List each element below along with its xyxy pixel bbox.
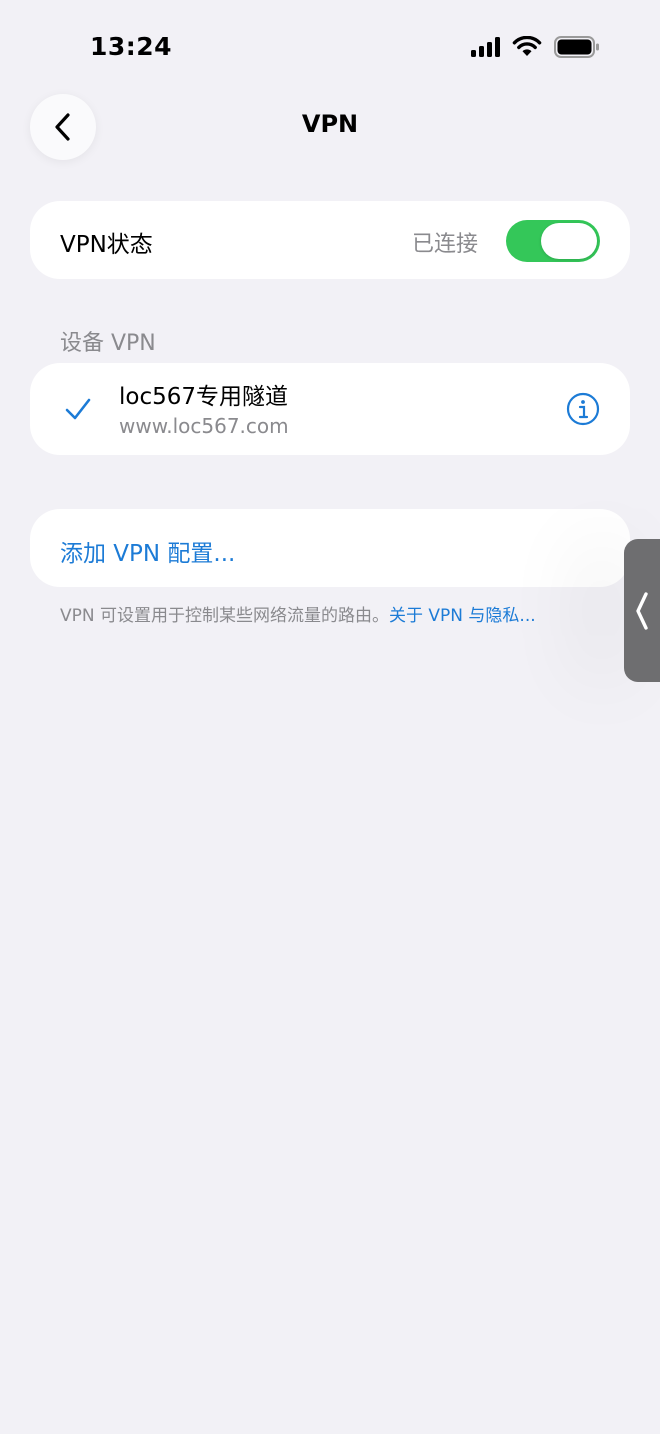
footer-note-text: VPN 可设置用于控制某些网络流量的路由。 (60, 606, 390, 626)
status-time: 13:24 (90, 32, 173, 61)
cellular-signal-icon (471, 37, 500, 57)
page-title: VPN (301, 110, 359, 138)
floating-side-handle[interactable] (624, 539, 660, 682)
checkmark-icon (65, 398, 91, 420)
info-icon[interactable] (566, 392, 600, 426)
vpn-config-item[interactable]: loc567专用隧道 www.loc567.com (30, 363, 630, 455)
vpn-config-server: www.loc567.com (119, 414, 289, 438)
vpn-privacy-link[interactable]: 关于 VPN 与隐私... (389, 606, 536, 626)
footer-note: VPN 可设置用于控制某些网络流量的路由。关于 VPN 与隐私... (60, 601, 620, 626)
vpn-status-value: 已连接 (411, 232, 478, 257)
toggle-knob (541, 223, 597, 259)
section-header-device-vpn: 设备 VPN (60, 331, 156, 356)
battery-icon (554, 36, 599, 58)
status-bar: 13:24 (0, 0, 660, 96)
vpn-status-row: VPN状态 已连接 (30, 201, 630, 279)
vpn-config-name: loc567专用隧道 (119, 384, 289, 410)
chevron-left-icon (636, 591, 648, 630)
status-icons (471, 36, 600, 58)
vpn-status-label: VPN状态 (60, 232, 153, 258)
add-vpn-config-label: 添加 VPN 配置... (60, 541, 236, 567)
add-vpn-config-button[interactable]: 添加 VPN 配置... (30, 509, 630, 587)
vpn-status-toggle[interactable] (506, 220, 600, 262)
wifi-icon (512, 36, 542, 56)
